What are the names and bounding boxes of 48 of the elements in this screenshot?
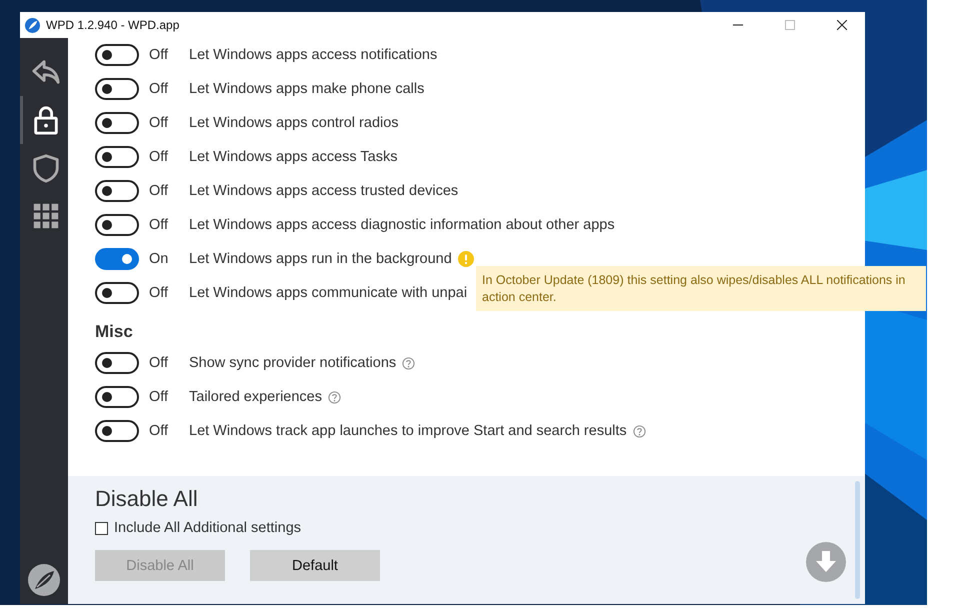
action-button[interactable]: Default (250, 550, 380, 581)
setting-label: Let Windows apps run in the background (189, 251, 452, 267)
toggle-state: Off (149, 115, 170, 131)
footer-heading: Disable All (95, 486, 199, 512)
setting-label: Let Windows apps make phone calls (189, 81, 424, 97)
toggle-state: Off (149, 285, 170, 301)
setting-label: Show sync provider notifications (189, 355, 396, 371)
toggle-switch[interactable] (95, 352, 139, 374)
toggle-switch[interactable] (95, 180, 139, 202)
checkbox[interactable] (95, 522, 108, 534)
toggle-switch[interactable] (95, 44, 139, 66)
help-icon[interactable] (632, 424, 646, 438)
toggle-state: Off (149, 183, 170, 199)
setting-label: Let Windows apps access diagnostic information about other apps (189, 217, 615, 233)
setting-label: Let Windows apps access trusted devices (189, 183, 458, 199)
setting-label: Let Windows apps access Tasks (189, 149, 398, 165)
toggle-switch[interactable] (95, 112, 139, 134)
toggle-switch[interactable] (95, 214, 139, 236)
window-title: WPD 1.2.940 - WPD.app (46, 18, 180, 32)
toggle-state: On (149, 251, 170, 267)
toggle-state: Off (149, 355, 170, 371)
help-icon[interactable] (402, 356, 416, 370)
section-heading: Misc (95, 322, 134, 342)
scrollbar[interactable] (855, 481, 860, 599)
toggle-state: Off (149, 47, 170, 63)
toggle-switch[interactable] (95, 248, 139, 270)
toggle-switch[interactable] (95, 146, 139, 168)
toggle-state: Off (149, 389, 170, 405)
close-icon[interactable] (837, 20, 847, 30)
toggle-state: Off (149, 423, 170, 439)
setting-label: Tailored experiences (189, 389, 322, 405)
toggle-state: Off (149, 149, 170, 165)
setting-label: Let Windows apps control radios (189, 115, 399, 131)
toggle-state: Off (149, 81, 170, 97)
toggle-switch[interactable] (95, 420, 139, 442)
shield-icon[interactable] (30, 153, 60, 183)
toggle-state: Off (149, 217, 170, 233)
setting-label: Let Windows apps communicate with unpai (189, 285, 468, 301)
feather-logo-icon (25, 18, 40, 32)
checkbox-label: Include All Additional settings (114, 520, 302, 536)
tooltip: In October Update (1809) this setting also wipes/disables ALL notifications in action center. (476, 266, 926, 311)
setting-label: Let Windows apps access notifications (189, 47, 438, 63)
toggle-switch[interactable] (95, 282, 139, 304)
setting-label: Let Windows track app launches to improve Start and search results (189, 423, 627, 439)
toggle-switch[interactable] (95, 78, 139, 100)
feather-logo-icon[interactable] (28, 564, 60, 596)
help-icon[interactable] (328, 390, 341, 404)
toggle-switch[interactable] (95, 386, 139, 408)
